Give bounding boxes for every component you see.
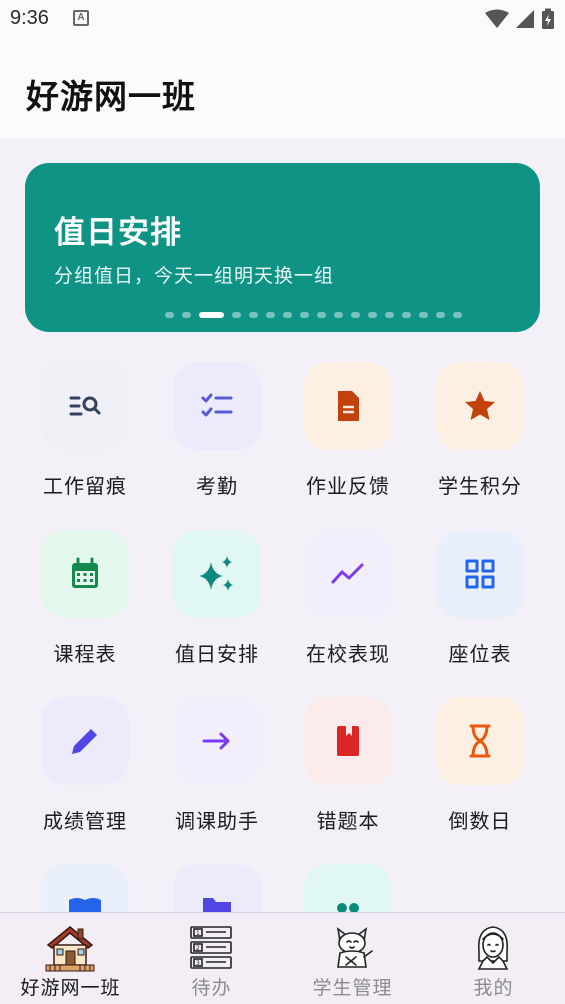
- banner-title: 值日安排: [54, 215, 182, 251]
- cat-student-icon: [336, 927, 373, 968]
- tile-label: 作业反馈: [306, 474, 390, 498]
- document-icon: [304, 362, 392, 450]
- carousel-dot[interactable]: [300, 312, 309, 318]
- tile-label: 值日安排: [175, 642, 259, 666]
- tile-label: 座位表: [448, 642, 512, 666]
- feature-tile[interactable]: 调课助手: [151, 697, 283, 837]
- feature-tile[interactable]: 工作留痕: [19, 362, 151, 502]
- feature-tile[interactable]: 学生积分: [414, 362, 546, 502]
- carousel-dot[interactable]: [283, 312, 292, 318]
- nav-item-todo[interactable]: 1 2 3 待办: [141, 913, 282, 1004]
- svg-text:1: 1: [196, 930, 200, 937]
- feature-tile[interactable]: 值日安排: [151, 530, 283, 670]
- carousel-dot[interactable]: [368, 312, 377, 318]
- numbered-list-icon: 1 2 3: [190, 926, 232, 969]
- page-title: 好游网一班: [26, 77, 196, 116]
- book-icon: [304, 697, 392, 785]
- status-icons: [485, 8, 555, 30]
- tile-label: 成绩管理: [43, 809, 127, 833]
- nav-label: 我的: [473, 977, 514, 999]
- feature-tile[interactable]: 课程表: [19, 530, 151, 670]
- tile-label: 倒数日: [448, 809, 512, 833]
- tile-label: 考勤: [196, 474, 238, 498]
- carousel-dot[interactable]: [249, 312, 258, 318]
- checklist-icon: [173, 362, 261, 450]
- banner-subtitle: 分组值日，今天一组明天换一组: [54, 265, 335, 287]
- nav-label: 学生管理: [312, 977, 393, 999]
- carousel-dot[interactable]: [385, 312, 394, 318]
- trend-line-icon: [304, 530, 392, 618]
- nav-item-students[interactable]: 学生管理: [282, 913, 423, 1004]
- wifi-icon: [485, 9, 509, 28]
- pencil-icon: [41, 697, 129, 785]
- calendar-icon: [41, 530, 129, 618]
- carousel-dot[interactable]: [165, 312, 174, 318]
- carousel-dot[interactable]: [453, 312, 462, 318]
- status-time: 9:36: [10, 7, 49, 29]
- feature-tile[interactable]: 在校表现: [282, 530, 414, 670]
- star-icon: [436, 362, 524, 450]
- battery-charging-icon: [542, 8, 554, 29]
- carousel-dot[interactable]: [266, 312, 275, 318]
- list-search-icon: [41, 362, 129, 450]
- feature-tile[interactable]: 错题本: [282, 697, 414, 837]
- carousel-dot[interactable]: [182, 312, 191, 318]
- arrow-right-icon: [173, 697, 261, 785]
- house-icon: [45, 926, 95, 972]
- svg-text:3: 3: [196, 960, 200, 967]
- carousel-dot[interactable]: [402, 312, 411, 318]
- feature-tile[interactable]: 作业反馈: [282, 362, 414, 502]
- carousel-indicator: [165, 311, 470, 319]
- feature-tile[interactable]: 倒数日: [414, 697, 546, 837]
- tile-label: 在校表现: [306, 642, 390, 666]
- nav-label: 好游网一班: [20, 977, 121, 999]
- carousel-dot[interactable]: [436, 312, 445, 318]
- carousel-dot[interactable]: [419, 312, 428, 318]
- status-bar: 9:36 A: [0, 0, 565, 38]
- tile-label: 工作留痕: [43, 474, 127, 498]
- tile-label: 调课助手: [175, 809, 259, 833]
- nav-label: 待办: [191, 977, 232, 999]
- feature-tile[interactable]: 成绩管理: [19, 697, 151, 837]
- carousel-dot[interactable]: [334, 312, 343, 318]
- feature-tile[interactable]: 考勤: [151, 362, 283, 502]
- signal-icon: [516, 10, 534, 28]
- girl-avatar-icon: [477, 926, 509, 970]
- bottom-nav: 好游网一班 1 2 3 待办 学生管理 我的: [0, 912, 565, 1004]
- carousel-dot[interactable]: [351, 312, 360, 318]
- app-header: 好游网一班: [0, 38, 565, 138]
- sparkle-icon: [173, 530, 261, 618]
- tile-label: 错题本: [316, 809, 380, 833]
- hourglass-icon: [436, 697, 524, 785]
- carousel-dot[interactable]: [317, 312, 326, 318]
- feature-tile[interactable]: 座位表: [414, 530, 546, 670]
- grid-icon: [436, 530, 524, 618]
- carousel-dot[interactable]: [232, 312, 241, 318]
- tile-label: 学生积分: [438, 474, 522, 498]
- svg-text:2: 2: [196, 945, 200, 952]
- a-badge-icon: A: [73, 10, 89, 26]
- nav-item-mine[interactable]: 我的: [423, 913, 564, 1004]
- carousel-dot[interactable]: [199, 312, 224, 318]
- banner-carousel[interactable]: 值日安排 分组值日，今天一组明天换一组: [25, 163, 540, 332]
- tile-label: 课程表: [53, 642, 117, 666]
- nav-item-class[interactable]: 好游网一班: [0, 913, 141, 1004]
